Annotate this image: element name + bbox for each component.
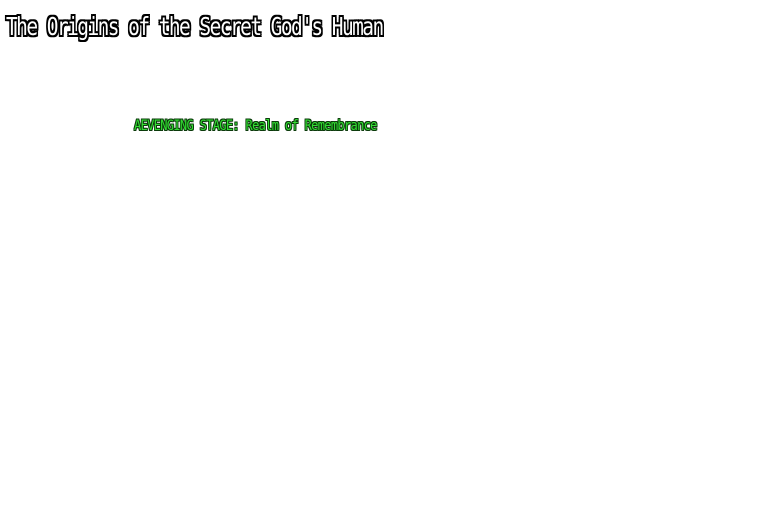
game-title: The Origins of the Secret God's Human: [6, 12, 384, 41]
stage-label: AEVENGING STAGE: Realm of Remembrance: [134, 118, 377, 134]
game-screen: The Origins of the Secret God's Human AE…: [0, 0, 768, 512]
